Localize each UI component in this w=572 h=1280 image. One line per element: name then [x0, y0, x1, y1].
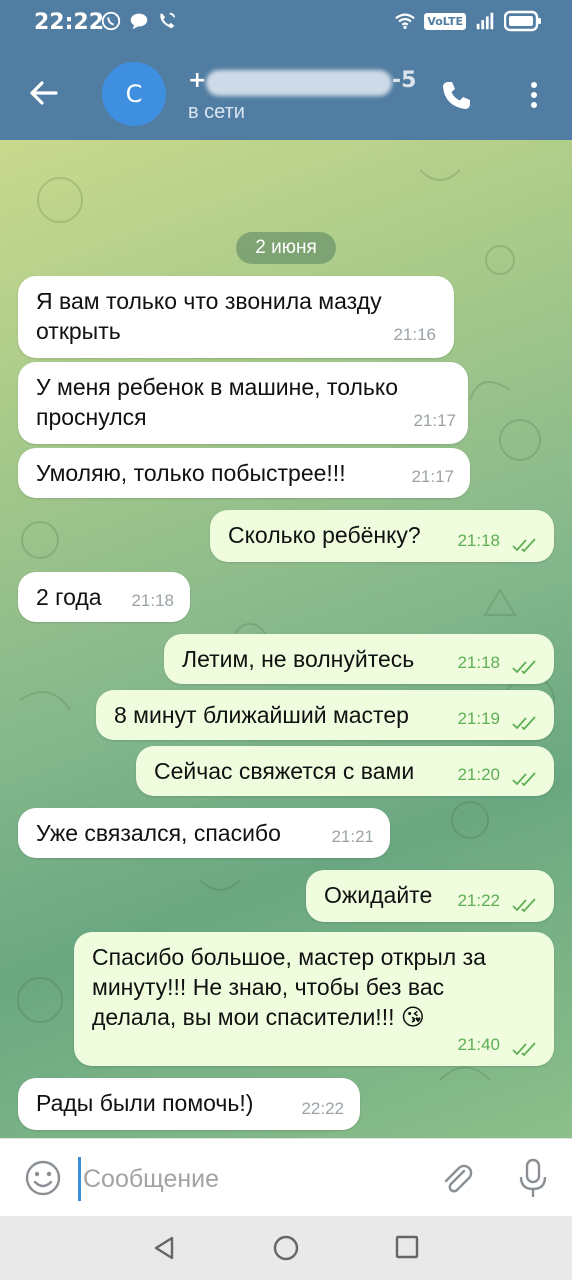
message-bubble-outgoing[interactable]: Спасибо большое, мастер открыл за минуту… — [74, 932, 554, 1066]
message-bubble-outgoing[interactable]: Летим, не волнуйтесь 21:18 — [164, 634, 554, 684]
message-time: 21:18 — [457, 531, 500, 550]
contact-avatar[interactable]: С — [102, 62, 166, 126]
emoji-icon[interactable] — [24, 1159, 62, 1197]
wifi-call-icon — [160, 12, 176, 29]
double-check-icon — [512, 716, 536, 730]
message-bubble-incoming[interactable]: Я вам только что звонила мазду открыть 2… — [18, 276, 454, 358]
message-text: Ожидайте — [324, 882, 433, 908]
battery-icon — [504, 10, 541, 32]
notification-icons — [100, 10, 178, 32]
more-vertical-icon[interactable] — [522, 78, 546, 112]
message-text: У меня ребенок в машине, только проснулс… — [36, 374, 398, 430]
message-bubble-incoming[interactable]: Рады были помочь!) 22:22 — [18, 1078, 360, 1130]
kiss-emoji: 😘 — [400, 1004, 425, 1030]
message-text: Умоляю, только побыстрее!!! — [36, 460, 346, 486]
message-text: Спасибо большое, мастер открыл за минуту… — [92, 944, 486, 1030]
message-time: 21:20 — [457, 765, 500, 784]
viber-icon — [101, 11, 121, 31]
message-bubble-outgoing[interactable]: 8 минут ближайший мастер 21:19 — [96, 690, 554, 740]
message-time: 21:17 — [411, 467, 454, 486]
message-list[interactable]: 2 июня Я вам только что звонила мазду от… — [0, 140, 572, 1138]
message-text-wrap: Спасибо большое, мастер открыл за минуту… — [92, 942, 514, 1032]
nav-recent-icon[interactable] — [394, 1234, 420, 1260]
message-bubble-incoming[interactable]: Уже связался, спасибо 21:21 — [18, 808, 390, 858]
message-text: Рады были помочь!) — [36, 1090, 254, 1116]
message-time: 21:40 — [457, 1035, 500, 1054]
attach-icon[interactable] — [438, 1159, 476, 1197]
double-check-icon — [512, 772, 536, 786]
volte-icon: VoLTE — [424, 12, 466, 30]
message-input[interactable] — [78, 1157, 415, 1201]
double-check-icon — [512, 1042, 536, 1056]
nav-home-icon[interactable] — [272, 1234, 300, 1262]
message-time: 21:22 — [457, 891, 500, 910]
message-bubble-incoming[interactable]: 2 года 21:18 — [18, 572, 190, 622]
message-bubble-incoming[interactable]: У меня ребенок в машине, только проснулс… — [18, 362, 468, 444]
wifi-icon — [395, 13, 416, 30]
nav-back-icon[interactable] — [150, 1234, 178, 1262]
message-time: 21:19 — [457, 709, 500, 728]
message-time: 22:22 — [301, 1099, 344, 1118]
system-navigation-bar — [0, 1216, 572, 1280]
message-bubble-outgoing[interactable]: Сейчас свяжется с вами 21:20 — [136, 746, 554, 796]
phone-icon[interactable] — [440, 78, 474, 112]
chat-icon — [130, 13, 148, 30]
mic-icon[interactable] — [516, 1157, 550, 1199]
telegram-chat-screen: 22:22 VoLTE С + -5 в сети 2 июня Я вам т… — [0, 0, 572, 1280]
status-bar: 22:22 VoLTE — [0, 0, 572, 46]
back-arrow-icon[interactable] — [26, 76, 60, 110]
message-time: 21:18 — [457, 653, 500, 672]
message-time: 21:17 — [413, 411, 456, 430]
redacted-name-mask — [206, 70, 392, 96]
message-time: 21:18 — [131, 591, 174, 610]
message-composer — [0, 1138, 572, 1217]
message-text: Я вам только что звонила мазду открыть — [36, 288, 382, 344]
message-time: 21:21 — [331, 827, 374, 846]
contact-status: в сети — [188, 101, 245, 123]
double-check-icon — [512, 898, 536, 912]
date-separator: 2 июня — [236, 232, 336, 264]
signal-icon — [476, 12, 494, 30]
status-time: 22:22 — [34, 10, 105, 35]
message-bubble-incoming[interactable]: Умоляю, только побыстрее!!! 21:17 — [18, 448, 470, 498]
message-time: 21:16 — [393, 325, 436, 344]
message-text: Уже связался, спасибо — [36, 820, 281, 846]
message-bubble-outgoing[interactable]: Ожидайте 21:22 — [306, 870, 554, 922]
double-check-icon — [512, 538, 536, 552]
contact-name-suffix: -5 — [392, 68, 417, 93]
system-icons: VoLTE — [394, 10, 542, 32]
contact-name[interactable]: + — [188, 68, 206, 93]
chat-header: С + -5 в сети — [0, 46, 572, 140]
double-check-icon — [512, 660, 536, 674]
message-bubble-outgoing[interactable]: Сколько ребёнку? 21:18 — [210, 510, 554, 562]
